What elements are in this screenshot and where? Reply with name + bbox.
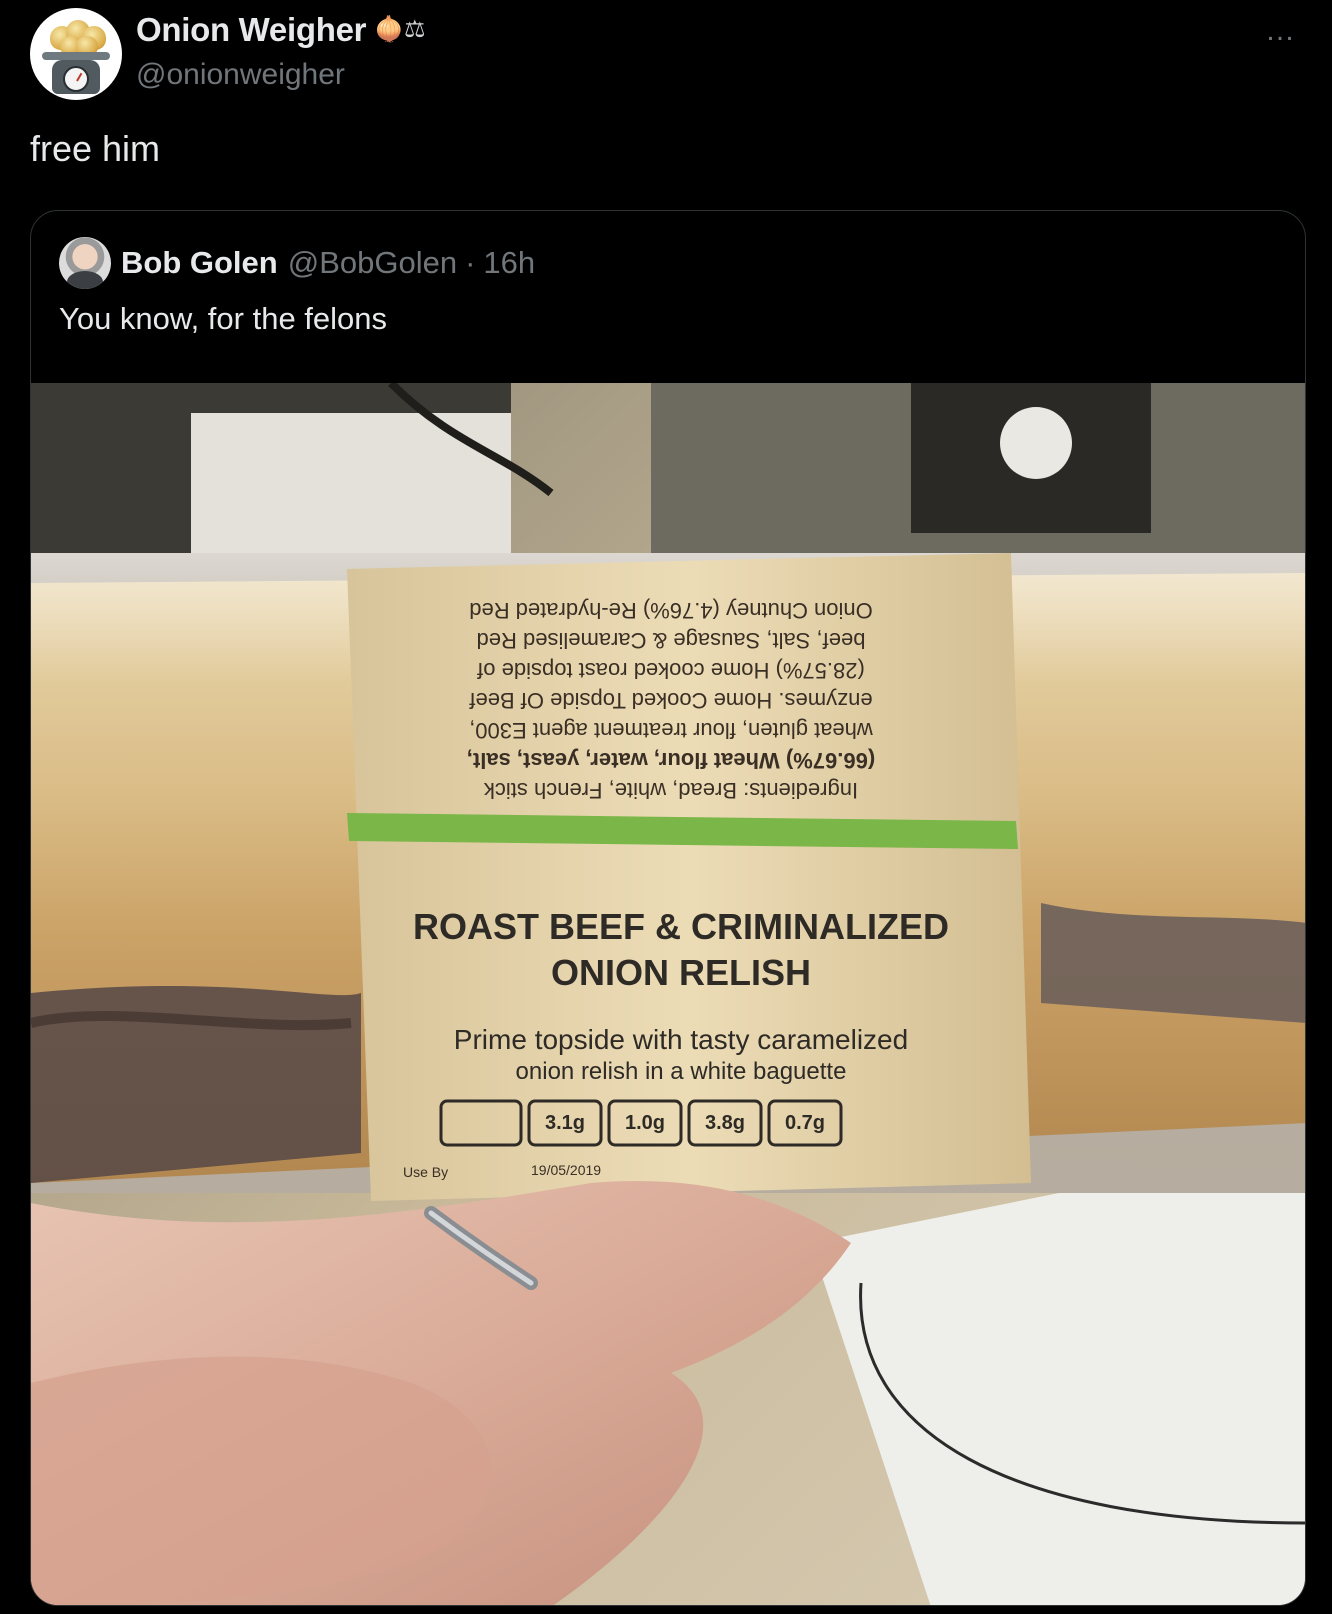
post-header: Onion Weigher 🧅⚖ @onionweigher: [30, 8, 426, 100]
scale-plate: [42, 52, 110, 60]
quoted-post-photo[interactable]: Ingredients: Bread, white, French stick …: [31, 383, 1305, 1605]
separator-dot: ·: [465, 245, 476, 280]
ingredients-line: (28.57%) Home cooked roast topside of: [476, 658, 865, 683]
post-text: free him: [30, 128, 161, 169]
scale-dial-icon: [63, 66, 89, 92]
label-subtitle-line2: onion relish in a white baguette: [516, 1058, 847, 1085]
author-handle[interactable]: @onionweigher: [136, 58, 426, 92]
more-options-icon[interactable]: …: [1265, 16, 1296, 46]
display-name[interactable]: Onion Weigher: [136, 11, 366, 49]
ingredients-line: wheat gluten, flour treatment agent E300…: [469, 718, 874, 743]
nutrition-value: 3.1g: [545, 1112, 585, 1134]
display-name-row: Onion Weigher 🧅⚖: [136, 10, 426, 50]
post-container: Onion Weigher 🧅⚖ @onionweigher … free hi…: [0, 0, 1332, 1614]
use-by-date: 19/05/2019: [531, 1162, 601, 1178]
quoted-handle[interactable]: @BobGolen: [288, 245, 457, 281]
use-by-label: Use By: [403, 1164, 448, 1180]
quoted-timestamp[interactable]: 16h: [483, 245, 535, 281]
ingredients-line: (66.67%) Wheat flour, water, yeast, salt…: [467, 748, 875, 773]
label-title-line1: ROAST BEEF & CRIMINALIZED: [413, 906, 949, 947]
nutrition-value: 1.0g: [625, 1112, 665, 1134]
sandwich-photo: Ingredients: Bread, white, French stick …: [31, 383, 1305, 1605]
quoted-avatar[interactable]: [59, 237, 111, 289]
quoted-post-text: You know, for the felons: [59, 301, 388, 336]
avatar[interactable]: [30, 8, 122, 100]
ingredients-line: Ingredients: Bread, white, French stick: [483, 778, 858, 803]
author-info: Onion Weigher 🧅⚖ @onionweigher: [136, 10, 426, 92]
label-title-line2: ONION RELISH: [551, 952, 811, 993]
nutrition-value: 0.7g: [785, 1112, 825, 1134]
ingredients-line: beef, Salt, Sausage & Caramelised Red: [477, 628, 866, 653]
quoted-display-name[interactable]: Bob Golen: [121, 245, 278, 281]
quoted-post-header: Bob Golen @BobGolen · 16h: [59, 237, 535, 289]
nutrition-value: 3.8g: [705, 1112, 745, 1134]
label-subtitle-line1: Prime topside with tasty caramelized: [454, 1024, 908, 1055]
quoted-post-card[interactable]: Bob Golen @BobGolen · 16h You know, for …: [30, 210, 1306, 1606]
ingredients-line: enzymes. Home Cooked Topside Of Beef: [469, 688, 873, 713]
name-emoji: 🧅⚖: [374, 16, 426, 43]
ingredients-line: Onion Chutney (4.76%) Re-hydrated Red: [469, 598, 873, 623]
